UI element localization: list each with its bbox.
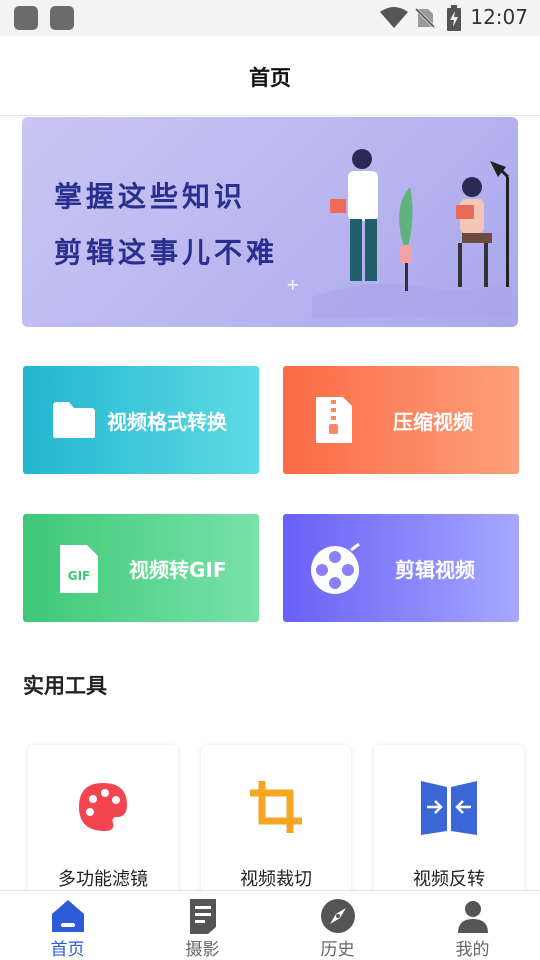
promo-banner[interactable]: 掌握这些知识 剪辑这事儿不难 + bbox=[22, 117, 518, 327]
nav-item-me[interactable]: 我的 bbox=[405, 891, 540, 960]
home-icon bbox=[52, 900, 84, 932]
video-format-convert-button[interactable]: 视频格式转换 bbox=[23, 366, 259, 474]
tool-label: 视频裁切 bbox=[240, 869, 312, 890]
page-title: 首页 bbox=[249, 66, 291, 90]
palette-icon bbox=[79, 783, 127, 831]
zip-file-icon bbox=[316, 397, 352, 443]
wifi-icon bbox=[380, 7, 408, 28]
nav-item-photography[interactable]: 摄影 bbox=[135, 891, 270, 960]
tool-label: 多功能滤镜 bbox=[58, 869, 148, 890]
banner-subheadline: 剪辑这事儿不难 bbox=[54, 236, 279, 269]
battery-charging-icon bbox=[447, 5, 461, 31]
person-icon bbox=[458, 901, 488, 933]
video-crop-tool[interactable]: 视频裁切 bbox=[201, 745, 351, 905]
video-reverse-tool[interactable]: 视频反转 bbox=[374, 745, 524, 905]
nav-item-home[interactable]: 首页 bbox=[0, 891, 135, 960]
nav-item-history[interactable]: 历史 bbox=[270, 891, 405, 960]
notification-icon bbox=[50, 6, 74, 30]
nav-label: 首页 bbox=[50, 940, 85, 960]
feature-label: 压缩视频 bbox=[393, 410, 473, 434]
banner-illustration bbox=[312, 149, 512, 317]
feature-label: 视频转GIF bbox=[129, 558, 227, 582]
banner-headline: 掌握这些知识 bbox=[54, 180, 247, 213]
status-bar: 12:07 bbox=[0, 0, 540, 36]
compress-video-button[interactable]: 压缩视频 bbox=[283, 366, 519, 474]
video-to-gif-button[interactable]: GIF 视频转GIF bbox=[23, 514, 259, 622]
film-reel-icon bbox=[311, 542, 360, 594]
nav-label: 历史 bbox=[320, 940, 355, 960]
folder-icon bbox=[53, 402, 95, 438]
section-title: 实用工具 bbox=[23, 674, 107, 698]
tool-label: 视频反转 bbox=[413, 869, 485, 890]
notification-icon bbox=[14, 6, 38, 30]
bottom-nav: 首页 摄影 历史 我的 bbox=[0, 890, 540, 960]
compass-icon bbox=[321, 899, 355, 933]
nav-label: 我的 bbox=[455, 940, 490, 960]
crop-icon bbox=[250, 781, 302, 833]
feature-label: 视频格式转换 bbox=[107, 410, 227, 434]
svg-text:GIF: GIF bbox=[68, 569, 91, 583]
sparkle-icon: + bbox=[286, 275, 300, 294]
nav-label: 摄影 bbox=[185, 940, 220, 960]
gif-file-icon: GIF bbox=[60, 545, 98, 593]
document-icon bbox=[190, 899, 216, 934]
edit-video-button[interactable]: 剪辑视频 bbox=[283, 514, 519, 622]
app-header: 首页 bbox=[0, 36, 540, 116]
no-sim-icon bbox=[414, 7, 436, 29]
multi-filter-tool[interactable]: 多功能滤镜 bbox=[28, 745, 178, 905]
clock: 12:07 bbox=[470, 5, 528, 29]
flip-icon bbox=[421, 781, 477, 835]
feature-label: 剪辑视频 bbox=[395, 558, 475, 582]
